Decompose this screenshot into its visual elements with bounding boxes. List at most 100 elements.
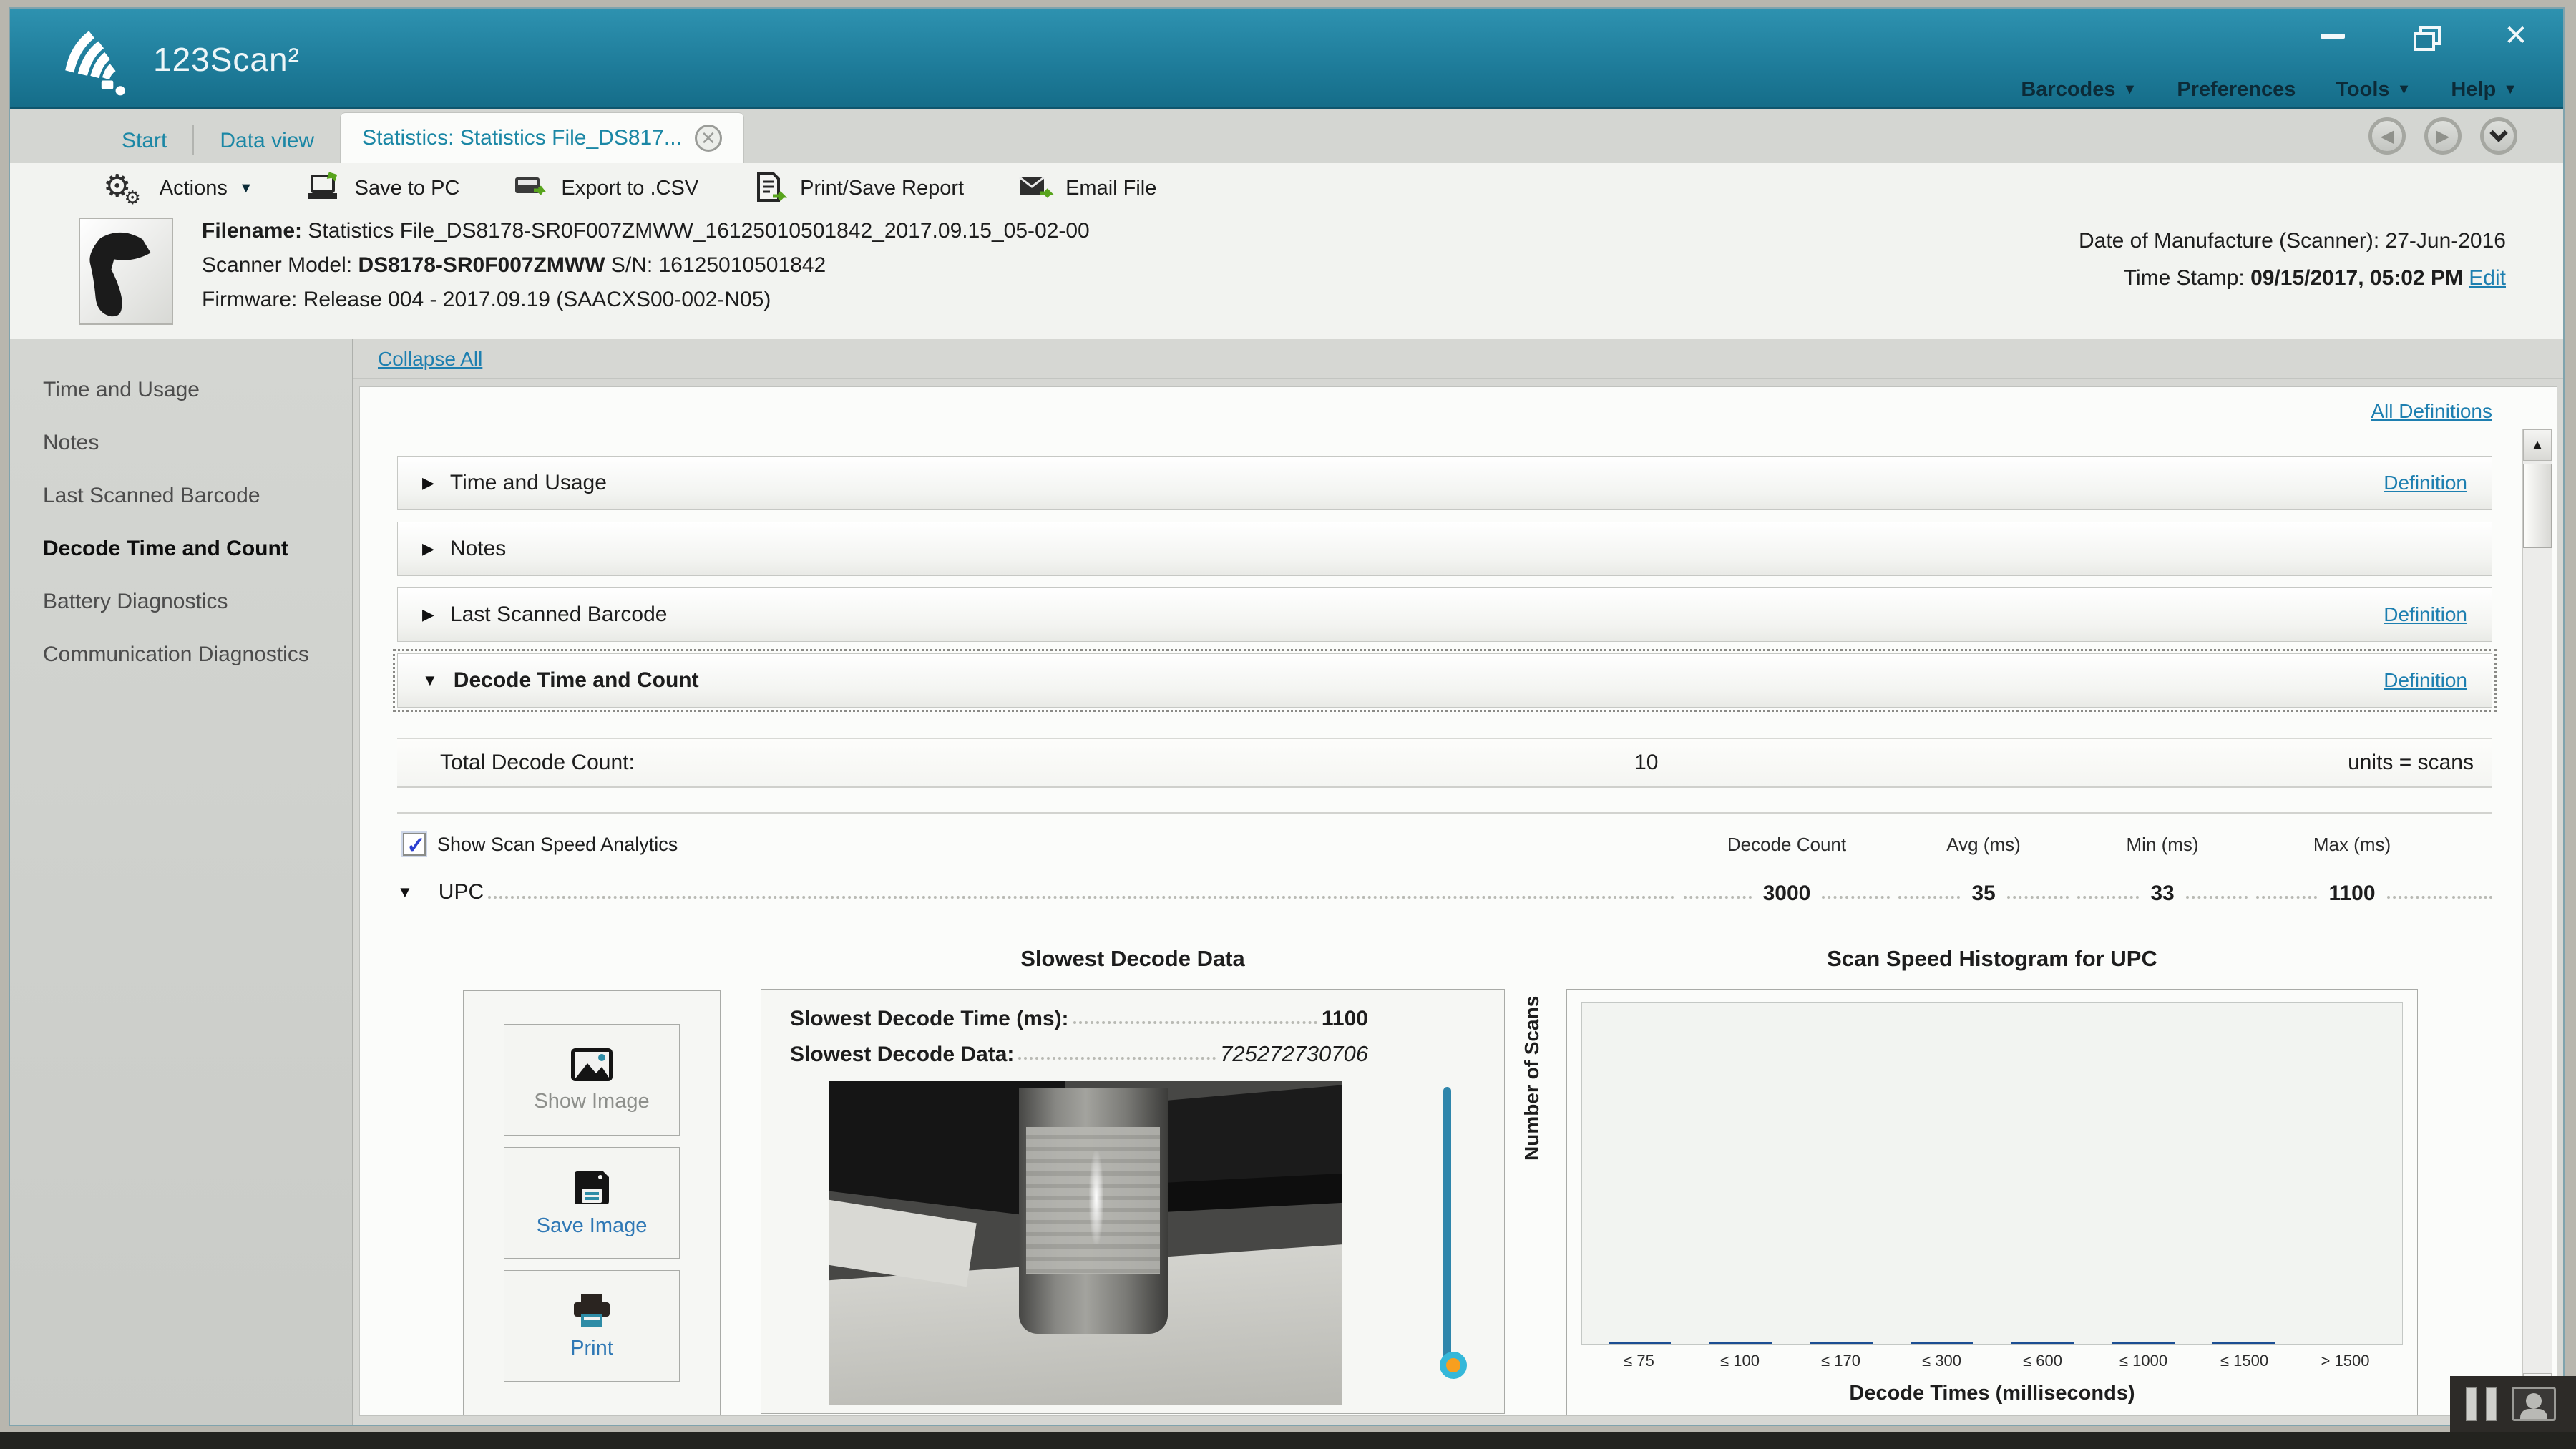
definition-link[interactable]: Definition <box>2384 603 2467 626</box>
app-title: 123Scan² <box>153 40 300 79</box>
nav-back-button[interactable]: ◀ <box>2368 117 2406 155</box>
minimize-button[interactable] <box>2317 21 2348 50</box>
definition-link[interactable]: Definition <box>2384 472 2467 494</box>
dotted-leader <box>488 896 1675 899</box>
main-area: Time and Usage Notes Last Scanned Barcod… <box>10 339 2563 1425</box>
show-image-button[interactable]: Show Image <box>504 1024 680 1136</box>
chevron-down-icon: ▼ <box>2397 82 2411 98</box>
all-definitions-row: All Definitions <box>397 400 2492 456</box>
sidebar-item-battery-diagnostics[interactable]: Battery Diagnostics <box>10 575 352 628</box>
menu-preferences[interactable]: Preferences <box>2177 78 2296 102</box>
actions-button[interactable]: ⚙ Actions ▼ <box>103 172 253 204</box>
firmware-value: Release 004 - 2017.09.19 (SAACXS00-002-N… <box>303 288 771 311</box>
total-decode-count-row: Total Decode Count: 10 units = scans <box>397 738 2492 788</box>
date-of-manufacture-value: 27-Jun-2016 <box>2386 229 2506 253</box>
histogram-column-slot <box>2093 1342 2194 1344</box>
tab-close-icon[interactable]: ✕ <box>695 125 722 152</box>
print-button[interactable]: Print <box>504 1270 680 1382</box>
histogram-bar <box>1911 1342 1973 1344</box>
webcam-person-icon[interactable] <box>2512 1387 2556 1421</box>
histogram-panel: ≤ 75≤ 100≤ 170≤ 300≤ 600≤ 1000≤ 1500> 15… <box>1566 989 2418 1416</box>
print-save-report-button[interactable]: Print/Save Report <box>751 172 964 205</box>
all-definitions-link[interactable]: All Definitions <box>2371 400 2492 422</box>
scrollbar-thumb[interactable] <box>2523 464 2552 548</box>
nav-forward-button[interactable]: ▶ <box>2424 117 2462 155</box>
symbology-label: UPC <box>439 880 484 904</box>
section-last-scanned-barcode[interactable]: ▶ Last Scanned Barcode Definition <box>397 587 2492 642</box>
timestamp-value: 09/15/2017, 05:02 PM <box>2250 266 2463 290</box>
section-time-and-usage[interactable]: ▶ Time and Usage Definition <box>397 456 2492 510</box>
statistics-panel: All Definitions ▶ Time and Usage Definit… <box>359 386 2557 1416</box>
tab-data-view[interactable]: Data view <box>194 119 340 163</box>
slowest-decode-column: Slowest Decode Data Slowest Decode Time … <box>761 946 1505 1414</box>
histogram-column-slot <box>1891 1342 1992 1344</box>
menu-tools[interactable]: Tools▼ <box>2336 78 2411 102</box>
histogram-title: Scan Speed Histogram for UPC <box>1566 946 2418 972</box>
nav-list-button[interactable] <box>2480 117 2517 155</box>
filename-label: Filename: <box>202 219 302 243</box>
pause-icon[interactable] <box>2466 1387 2497 1421</box>
histogram-tick-label: ≤ 170 <box>1790 1352 1891 1370</box>
sidebar-item-last-scanned-barcode[interactable]: Last Scanned Barcode <box>10 469 352 522</box>
vertical-scrollbar[interactable]: ▲ ▼ <box>2522 429 2552 1405</box>
toolbar: ⚙ Actions ▼ Save to PC Export to .CSV <box>10 163 2563 213</box>
restore-button[interactable] <box>2409 21 2440 50</box>
histogram-bar <box>1810 1342 1872 1344</box>
histogram-x-axis-label: Decode Times (milliseconds) <box>1581 1382 2403 1405</box>
desktop: 123Scan² ✕ Barcodes▼ Preferences Tools▼ … <box>0 0 2576 1449</box>
histogram-y-axis-label: Number of Scans <box>1521 996 1543 1161</box>
sidebar-item-communication-diagnostics[interactable]: Communication Diagnostics <box>10 628 352 681</box>
section-label: Decode Time and Count <box>454 668 699 693</box>
sidebar-item-notes[interactable]: Notes <box>10 416 352 469</box>
tab-nav-buttons: ◀ ▶ <box>2368 117 2517 155</box>
sidebar-item-time-and-usage[interactable]: Time and Usage <box>10 364 352 416</box>
histogram-bar <box>2112 1342 2175 1344</box>
total-decode-units: units = scans <box>2348 751 2474 775</box>
export-csv-button[interactable]: Export to .CSV <box>512 172 698 205</box>
menu-help[interactable]: Help▼ <box>2451 78 2517 102</box>
edit-timestamp-link[interactable]: Edit <box>2469 266 2506 290</box>
decode-time-slider-handle[interactable] <box>1440 1352 1467 1379</box>
sidebar-item-decode-time-and-count[interactable]: Decode Time and Count <box>10 522 352 575</box>
close-button[interactable]: ✕ <box>2500 21 2532 50</box>
histogram-tick-label: ≤ 1500 <box>2194 1352 2295 1370</box>
filename-value: Statistics File_DS8178-SR0F007ZMWW_16125… <box>308 219 1089 243</box>
slowest-time-label: Slowest Decode Time (ms): <box>790 1007 1069 1031</box>
scroll-up-button[interactable]: ▲ <box>2523 429 2552 461</box>
title-bar: 123Scan² ✕ Barcodes▼ Preferences Tools▼ … <box>10 9 2563 109</box>
definition-link[interactable]: Definition <box>2384 669 2467 692</box>
tab-start[interactable]: Start <box>96 119 192 163</box>
save-to-pc-button[interactable]: Save to PC <box>306 172 460 205</box>
recording-overlay <box>2450 1376 2576 1432</box>
histogram-column-slot <box>1791 1342 1892 1344</box>
section-notes[interactable]: ▶ Notes <box>397 522 2492 576</box>
file-info-header: Filename: Statistics File_DS8178-SR0F007… <box>10 213 2563 339</box>
analytics-header-row: Show Scan Speed Analytics Decode Count A… <box>397 833 2492 856</box>
app-window: 123Scan² ✕ Barcodes▼ Preferences Tools▼ … <box>9 7 2565 1426</box>
menu-barcodes[interactable]: Barcodes▼ <box>2021 78 2137 102</box>
collapse-all-link[interactable]: Collapse All <box>378 348 482 370</box>
upc-avg-ms: 35 <box>1964 882 2002 906</box>
picture-icon <box>570 1047 614 1083</box>
arrow-up-icon: ▲ <box>2530 437 2545 454</box>
col-max-ms: Max (ms) <box>2252 834 2452 856</box>
email-file-button[interactable]: Email File <box>1017 172 1156 205</box>
show-analytics-checkbox[interactable] <box>403 833 426 856</box>
histogram-labels: ≤ 75≤ 100≤ 170≤ 300≤ 600≤ 1000≤ 1500> 15… <box>1581 1352 2403 1370</box>
content-area: Collapse All All Definitions ▶ Time and … <box>353 339 2563 1425</box>
save-image-button[interactable]: Save Image <box>504 1147 680 1259</box>
arrow-right-icon: ▶ <box>422 474 434 492</box>
section-decode-time-and-count[interactable]: ▼ Decode Time and Count Definition <box>397 653 2492 708</box>
histogram-column-slot <box>1992 1342 2093 1344</box>
decode-section-body: Total Decode Count: 10 units = scans Sho… <box>397 719 2492 1416</box>
gear-icon: ⚙ <box>103 171 148 203</box>
histogram-column: Scan Speed Histogram for UPC Number of S… <box>1566 946 2418 1416</box>
symbology-row-upc[interactable]: ▼ UPC 3000 35 33 1100 <box>397 880 2492 906</box>
collapse-all-row: Collapse All <box>353 339 2563 379</box>
tab-bar: Start Data view Statistics: Statistics F… <box>10 109 2563 163</box>
scanner-model-value: DS8178-SR0F007ZMWW <box>358 253 605 277</box>
tab-statistics[interactable]: Statistics: Statistics File_DS817... ✕ <box>340 112 744 163</box>
arrow-left-icon: ◀ <box>2381 126 2394 147</box>
section-label: Time and Usage <box>450 471 607 495</box>
histogram-tick-label: ≤ 100 <box>1689 1352 1790 1370</box>
